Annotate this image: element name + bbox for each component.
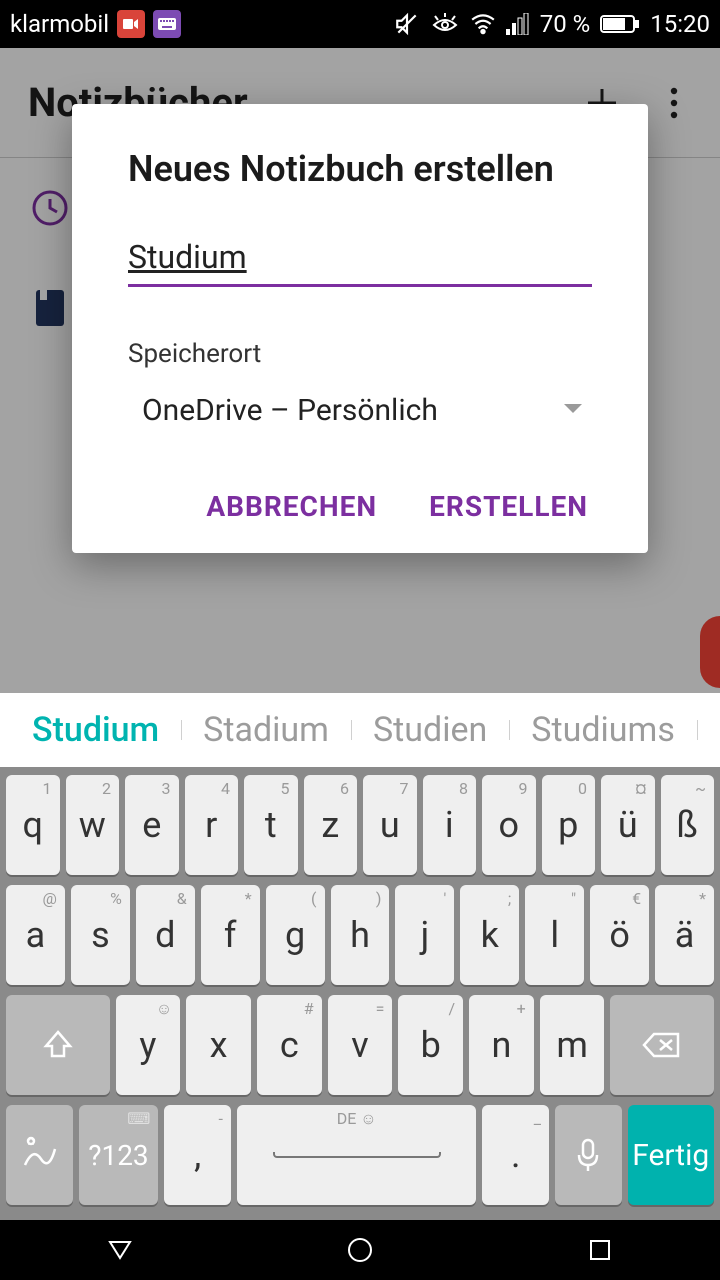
space-key[interactable]: DE ☺ <box>237 1105 477 1205</box>
status-bar: klarmobil 70 % 15 <box>0 0 720 48</box>
key-z[interactable]: z6 <box>304 775 358 875</box>
chevron-down-icon <box>562 401 584 420</box>
mute-icon <box>394 11 420 37</box>
shift-key[interactable] <box>6 995 110 1095</box>
android-nav-bar <box>0 1220 720 1280</box>
key-y[interactable]: y☺ <box>116 995 181 1095</box>
key-f[interactable]: f* <box>201 885 260 985</box>
key-x[interactable]: x <box>186 995 251 1095</box>
key-d[interactable]: d& <box>136 885 195 985</box>
soft-keyboard: q1w2e3r4t5z6u7i8o9p0ü¤ß~ a@s%d&f*g(h)j'k… <box>0 767 720 1220</box>
back-button[interactable] <box>100 1230 140 1270</box>
comma-key[interactable]: , - <box>164 1105 231 1205</box>
battery-icon <box>600 14 640 34</box>
keyboard-indicator-icon <box>153 10 181 38</box>
create-button[interactable]: ERSTELLEN <box>425 478 592 535</box>
recents-button[interactable] <box>580 1230 620 1270</box>
suggestion-item[interactable]: S <box>697 710 720 750</box>
key-v[interactable]: v= <box>328 995 393 1095</box>
symbols-key[interactable]: ?123 ⌨ <box>79 1105 159 1205</box>
mic-key[interactable] <box>555 1105 622 1205</box>
notebook-name-input[interactable] <box>128 232 592 287</box>
home-button[interactable] <box>340 1230 380 1270</box>
key-b[interactable]: b/ <box>398 995 463 1095</box>
suggestion-bar: Studium Stadium Studien Studiums S <box>0 693 720 767</box>
suggestion-item[interactable]: Studiums <box>509 710 697 750</box>
key-m[interactable]: m <box>540 995 605 1095</box>
battery-percent: 70 % <box>540 10 591 38</box>
location-value: OneDrive – Persönlich <box>142 393 438 428</box>
key-h[interactable]: h) <box>331 885 390 985</box>
location-label: Speicherort <box>128 339 592 369</box>
swype-key[interactable] <box>6 1105 73 1205</box>
key-g[interactable]: g( <box>266 885 325 985</box>
key-k[interactable]: k; <box>460 885 519 985</box>
suggestion-item[interactable]: Stadium <box>181 710 351 750</box>
key-ß[interactable]: ß~ <box>661 775 715 875</box>
key-i[interactable]: i8 <box>423 775 477 875</box>
key-l[interactable]: l" <box>525 885 584 985</box>
carrier-label: klarmobil <box>10 10 109 38</box>
key-s[interactable]: s% <box>71 885 130 985</box>
key-u[interactable]: u7 <box>363 775 417 875</box>
key-o[interactable]: o9 <box>482 775 536 875</box>
suggestion-primary[interactable]: Studium <box>10 710 181 750</box>
key-e[interactable]: e3 <box>125 775 179 875</box>
key-ö[interactable]: ö€ <box>590 885 649 985</box>
enter-key[interactable]: Fertig <box>628 1105 715 1205</box>
backspace-key[interactable] <box>610 995 714 1095</box>
key-w[interactable]: w2 <box>66 775 120 875</box>
dialog-title: Neues Notizbuch erstellen <box>128 148 592 190</box>
recording-indicator-icon <box>117 10 145 38</box>
key-ü[interactable]: ü¤ <box>601 775 655 875</box>
signal-icon <box>506 13 530 35</box>
create-notebook-dialog: Neues Notizbuch erstellen Speicherort On… <box>72 104 648 553</box>
cancel-button[interactable]: ABBRECHEN <box>202 478 381 535</box>
location-dropdown[interactable]: OneDrive – Persönlich <box>128 389 592 432</box>
key-p[interactable]: p0 <box>542 775 596 875</box>
key-j[interactable]: j' <box>395 885 454 985</box>
key-c[interactable]: c# <box>257 995 322 1095</box>
key-r[interactable]: r4 <box>185 775 239 875</box>
wifi-icon <box>470 13 496 35</box>
period-key[interactable]: . _ <box>482 1105 549 1205</box>
key-ä[interactable]: ä* <box>655 885 714 985</box>
key-n[interactable]: n+ <box>469 995 534 1095</box>
key-q[interactable]: q1 <box>6 775 60 875</box>
key-t[interactable]: t5 <box>244 775 298 875</box>
eye-comfort-icon <box>430 11 460 37</box>
key-a[interactable]: a@ <box>6 885 65 985</box>
suggestion-item[interactable]: Studien <box>351 710 509 750</box>
clock-label: 15:20 <box>650 10 710 38</box>
